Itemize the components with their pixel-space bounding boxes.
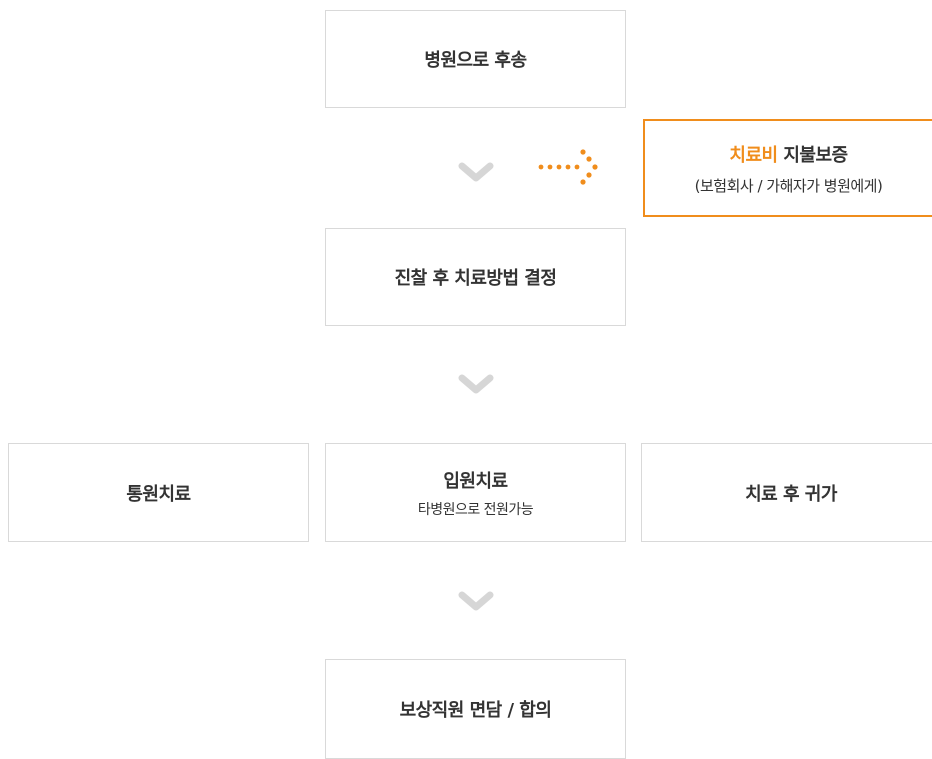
step-inpatient: 입원치료 타병원으로 전원가능 — [325, 443, 626, 542]
step-settlement-label: 보상직원 면담 / 합의 — [399, 700, 552, 721]
payment-guarantee-title: 치료비 지불보증 — [729, 141, 848, 167]
dotted-arrow-icon — [538, 149, 598, 185]
chevron-down-icon — [458, 591, 494, 611]
step-diagnosis: 진찰 후 치료방법 결정 — [325, 228, 626, 326]
payment-guarantee-title-highlight: 치료비 — [729, 144, 778, 166]
step-diagnosis-label: 진찰 후 치료방법 결정 — [394, 268, 557, 289]
payment-guarantee-title-rest: 지불보증 — [777, 144, 848, 166]
step-outpatient: 통원치료 — [8, 443, 309, 542]
step-hospital-transfer-label: 병원으로 후송 — [424, 50, 527, 71]
step-outpatient-label: 통원치료 — [126, 483, 191, 505]
payment-guarantee-subtitle: (보험회사 / 가해자가 병원에게) — [694, 176, 883, 195]
chevron-down-icon — [458, 374, 494, 394]
step-hospital-transfer: 병원으로 후송 — [325, 10, 626, 108]
step-inpatient-sublabel: 타병원으로 전원가능 — [417, 501, 534, 518]
step-return-home-label: 치료 후 귀가 — [745, 483, 837, 505]
step-settlement: 보상직원 면담 / 합의 — [325, 659, 626, 759]
step-inpatient-label: 입원치료 — [443, 470, 508, 492]
step-return-home: 치료 후 귀가 — [641, 443, 932, 542]
chevron-down-icon — [458, 162, 494, 182]
payment-guarantee-box: 치료비 지불보증 (보험회사 / 가해자가 병원에게) — [643, 119, 932, 217]
